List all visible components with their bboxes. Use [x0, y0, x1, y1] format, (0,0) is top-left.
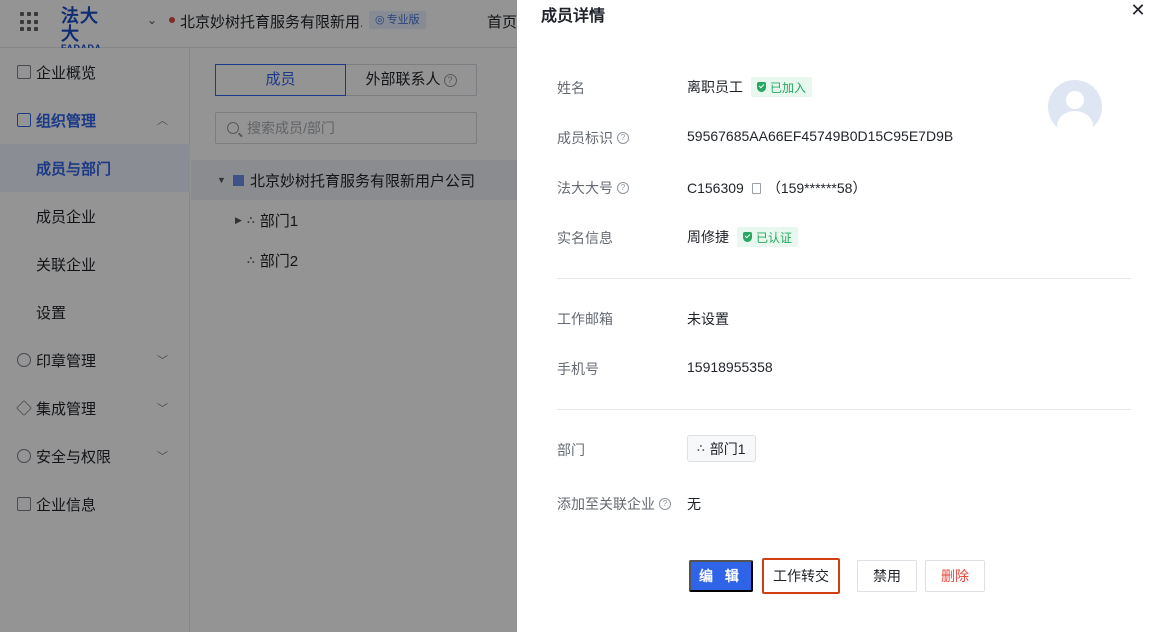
- department-tag-label: 部门1: [709, 440, 746, 457]
- section-divider: [557, 409, 1131, 410]
- shield-check-icon: [757, 82, 766, 92]
- linked-company-label-row: 添加至关联企业 ?: [557, 494, 671, 514]
- joined-badge: 已加入: [751, 77, 813, 97]
- department-tag: ⛬ 部门1: [687, 435, 756, 462]
- work-transfer-button[interactable]: 工作转交: [762, 558, 840, 594]
- delete-button[interactable]: 删除: [925, 560, 985, 592]
- name-value-row: 离职员工 已加入: [687, 77, 813, 97]
- joined-badge-label: 已加入: [770, 80, 807, 95]
- org-chart-icon: ⛬: [697, 442, 705, 454]
- work-transfer-label: 工作转交: [773, 568, 829, 584]
- modal-overlay[interactable]: [0, 0, 517, 632]
- member-id-label-row: 成员标识 ?: [557, 128, 629, 148]
- fdd-id-value: C156309: [687, 180, 744, 196]
- fdd-id-label-row: 法大大号 ?: [557, 178, 629, 198]
- edit-button[interactable]: 编 辑: [689, 560, 753, 592]
- realname-label: 实名信息: [557, 230, 613, 246]
- member-detail-drawer: 成员详情 ✕ 姓名 离职员工 已加入 成员标识 ? 59567685AA66EF…: [517, 0, 1159, 632]
- shield-check-icon: [743, 232, 752, 242]
- realname-value-row: 周修捷 已认证: [687, 227, 799, 247]
- section-divider: [557, 278, 1131, 279]
- close-icon[interactable]: ✕: [1130, 1, 1146, 19]
- copy-icon[interactable]: [751, 182, 761, 194]
- verified-badge-label: 已认证: [756, 230, 793, 245]
- linked-company-label: 添加至关联企业: [557, 496, 655, 512]
- drawer-title: 成员详情: [541, 8, 606, 25]
- avatar: [1048, 80, 1102, 134]
- phone-label: 手机号: [557, 361, 599, 377]
- fdd-phone: （159******58）: [766, 180, 867, 196]
- email-label: 工作邮箱: [557, 311, 613, 327]
- name-label: 姓名: [557, 80, 585, 96]
- phone-value: 15918955358: [687, 359, 773, 375]
- realname-value: 周修捷: [687, 229, 729, 245]
- disable-button[interactable]: 禁用: [857, 560, 917, 592]
- verified-badge: 已认证: [737, 227, 799, 247]
- fdd-id-value-row: C156309 （159******58）: [687, 178, 866, 198]
- department-label: 部门: [557, 442, 585, 458]
- help-icon[interactable]: ?: [617, 132, 629, 144]
- help-icon[interactable]: ?: [659, 498, 671, 510]
- fdd-id-label: 法大大号: [557, 180, 613, 196]
- name-value: 离职员工: [687, 79, 743, 95]
- member-id-label: 成员标识: [557, 130, 613, 146]
- help-icon[interactable]: ?: [617, 182, 629, 194]
- linked-company-value: 无: [687, 496, 701, 512]
- email-value: 未设置: [687, 311, 729, 327]
- member-id-value: 59567685AA66EF45749B0D15C95E7D9B: [687, 128, 954, 144]
